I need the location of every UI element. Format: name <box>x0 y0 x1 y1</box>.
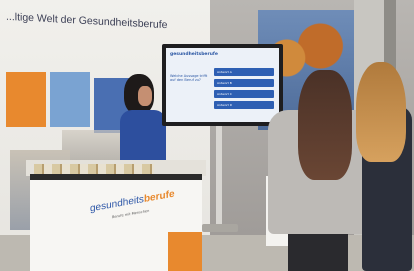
counter-orange-panel <box>168 232 202 271</box>
staff-face <box>138 86 152 106</box>
visitor-hair <box>298 70 352 180</box>
orange-tile <box>6 72 46 127</box>
answer-button[interactable]: Antwort C <box>214 90 274 98</box>
staff-person <box>120 110 166 166</box>
monitor-screen: gesundheitsberufe Welche Aussage trifft … <box>166 48 279 122</box>
answer-button[interactable]: Antwort A <box>214 68 274 76</box>
screen-stand <box>216 126 222 226</box>
visitor-blonde-hair <box>356 62 406 162</box>
screen-foot <box>202 224 238 232</box>
screen-question: Welche Aussage trifft auf den Beruf zu? <box>170 74 208 82</box>
trade-fair-booth-photo: ...ltige Welt der Gesundheitsberufe gesu… <box>0 0 414 271</box>
visitor-legs <box>288 228 348 271</box>
answer-button[interactable]: Antwort B <box>214 79 274 87</box>
answer-button[interactable]: Antwort D <box>214 101 274 109</box>
light-blue-tile <box>50 72 90 127</box>
screen-logo: gesundheitsberufe <box>170 52 218 57</box>
